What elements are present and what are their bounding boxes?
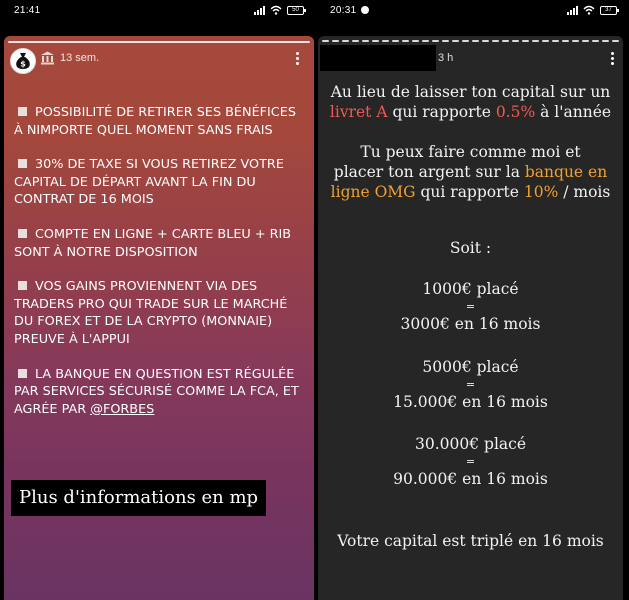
- story-timestamp: 13 sem.: [60, 52, 100, 64]
- square-bullet-icon: [18, 228, 27, 238]
- bullet-list: POSSIBILITÉ DE RETIRER SES BÉNÉFICES À N…: [14, 104, 300, 435]
- highlight-bank-name: ligne OMG: [330, 183, 416, 201]
- signal-icon: [254, 5, 265, 15]
- more-options-icon[interactable]: [611, 52, 615, 65]
- more-options-icon[interactable]: [296, 52, 300, 65]
- square-bullet-icon: [18, 281, 27, 291]
- battery-icon: 37: [600, 5, 619, 15]
- offer-paragraph: Tu peux faire comme moi et placer ton ar…: [330, 143, 611, 201]
- example-block: 1000€ placé = 3000€ en 16 mois: [400, 280, 541, 333]
- bank-icon: [41, 51, 54, 65]
- highlight-bank: banque en: [524, 163, 608, 181]
- conclusion-text: Votre capital est triplé en 16 mois: [337, 532, 604, 550]
- example-block: 5000€ placé = 15.000€ en 16 mois: [393, 358, 548, 411]
- bullet-item: COMPTE EN LIGNE + CARTE BLEU + RIB SONT …: [14, 226, 292, 260]
- wifi-icon: [270, 5, 282, 15]
- redacted-username: [320, 45, 436, 71]
- messenger-icon: [360, 6, 369, 14]
- square-bullet-icon: [18, 159, 27, 169]
- avatar[interactable]: $: [10, 48, 36, 74]
- story-card: 3 h Au lieu de laisser ton capital sur u…: [318, 36, 623, 600]
- bullet-item: 30% DE TAXE SI VOUS RETIREZ VOTRE CAPITA…: [14, 157, 284, 208]
- story-timestamp: 3 h: [438, 52, 454, 64]
- highlight-rate: 0.5%: [495, 103, 536, 121]
- svg-text:$: $: [20, 60, 26, 69]
- status-time: 21:41: [14, 5, 41, 16]
- story-progress-segments: [322, 40, 619, 42]
- bullet-item: POSSIBILITÉ DE RETIRER SES BÉNÉFICES À N…: [14, 105, 296, 138]
- soit-label: Soit :: [449, 239, 492, 257]
- left-phone-screenshot: 21:41 50 $ 13 sem. POSSIBILITÉ DE RETIRE…: [0, 0, 316, 600]
- status-bar: 20:31 37: [316, 0, 629, 22]
- square-bullet-icon: [18, 368, 27, 378]
- right-phone-screenshot: 20:31 37 3 h Au lieu de laisser ton capi…: [316, 0, 629, 600]
- status-bar: 21:41 50: [0, 0, 316, 22]
- cta-banner: Plus d'informations en mp: [11, 480, 267, 516]
- bullet-item: LA BANQUE EN QUESTION EST RÉGULÉE PAR SE…: [14, 366, 299, 417]
- intro-paragraph: Au lieu de laisser ton capital sur un li…: [329, 83, 612, 121]
- square-bullet-icon: [18, 107, 27, 116]
- mention-link[interactable]: @FORBES: [90, 402, 154, 417]
- money-bag-icon: $: [16, 53, 30, 69]
- story-card: $ 13 sem. POSSIBILITÉ DE RETIRER SES BÉN…: [4, 36, 314, 600]
- battery-icon: 50: [287, 5, 306, 15]
- example-block: 30.000€ placé = 90.000€ en 16 mois: [393, 435, 548, 488]
- status-time: 20:31: [330, 5, 369, 16]
- highlight-rate: 10%: [523, 183, 559, 201]
- highlight-livret: livret A: [329, 103, 388, 121]
- bullet-item: VOS GAINS PROVIENNENT VIA DES TRADERS PR…: [14, 279, 288, 347]
- wifi-icon: [583, 5, 595, 15]
- signal-icon: [567, 5, 578, 15]
- story-progress-bar: [8, 41, 310, 43]
